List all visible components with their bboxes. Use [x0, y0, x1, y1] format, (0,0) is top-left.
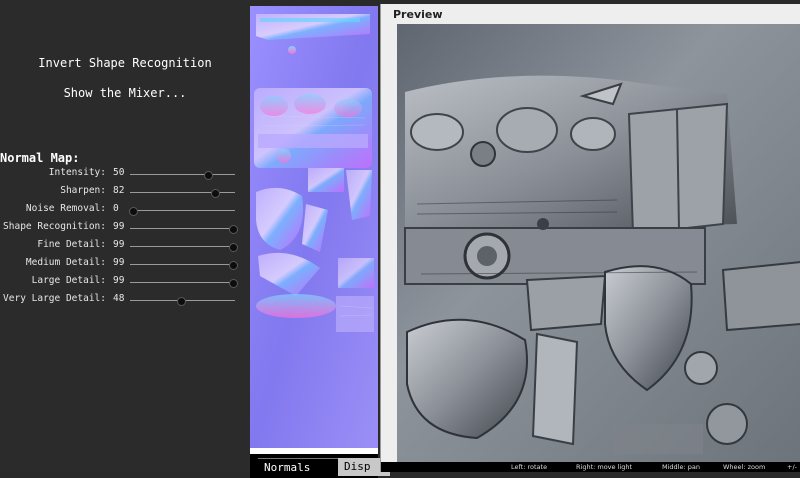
param-label: Very Large Detail:	[3, 293, 106, 304]
param-label: Fine Detail:	[37, 239, 106, 250]
slider-knob[interactable]	[228, 279, 238, 288]
slider-knob[interactable]	[228, 225, 238, 234]
param-label: Noise Removal:	[25, 203, 106, 214]
param-row: Very Large Detail: 48	[0, 293, 250, 307]
param-label: Shape Recognition:	[3, 221, 106, 232]
param-row: Sharpen: 82	[0, 185, 250, 199]
param-label: Intensity:	[48, 167, 106, 178]
slider-knob[interactable]	[228, 261, 238, 270]
slider-knob[interactable]	[228, 243, 238, 252]
param-slider[interactable]	[130, 171, 235, 180]
tab-normals[interactable]: Normals	[258, 458, 346, 477]
preview-render	[397, 24, 800, 462]
slider-knob[interactable]	[129, 207, 139, 216]
hint-right-move-light: Right: move light	[576, 463, 632, 471]
param-label: Medium Detail:	[25, 257, 106, 268]
param-value: 50	[113, 167, 125, 178]
param-slider[interactable]	[130, 189, 235, 198]
param-value: 99	[113, 257, 125, 268]
hint-plus-minus: +/-	[787, 463, 797, 471]
param-slider[interactable]	[130, 297, 235, 306]
normal-map-view: Normals Disp	[250, 6, 390, 478]
slider-knob[interactable]	[177, 297, 187, 306]
param-label: Sharpen:	[60, 185, 106, 196]
param-row: Fine Detail: 99	[0, 239, 250, 253]
preview-viewport[interactable]	[397, 24, 800, 462]
param-value: 99	[113, 221, 125, 232]
settings-panel: Invert Shape Recognition Show the Mixer.…	[0, 0, 250, 472]
normal-map-image	[250, 6, 378, 448]
param-row: Large Detail: 99	[0, 275, 250, 289]
param-slider[interactable]	[130, 225, 238, 234]
slider-knob[interactable]	[211, 189, 220, 198]
param-value: 99	[113, 239, 125, 250]
normal-map-section-title: Normal Map:	[0, 151, 80, 165]
param-row: Noise Removal: 0	[0, 203, 250, 217]
param-row: Intensity: 50	[0, 167, 250, 181]
param-row: Medium Detail: 99	[0, 257, 250, 271]
param-value: 82	[113, 185, 125, 196]
hint-left-rotate: Left: rotate	[511, 463, 548, 471]
param-slider[interactable]	[130, 261, 238, 270]
slider-knob[interactable]	[203, 171, 213, 180]
param-value: 48	[113, 293, 125, 304]
param-slider[interactable]	[130, 279, 238, 288]
param-value: 99	[113, 275, 125, 286]
invert-shape-recognition-button[interactable]: Invert Shape Recognition	[0, 56, 250, 70]
hint-wheel-zoom: Wheel: zoom	[723, 463, 766, 471]
preview-controls-hint: Left: rotate Right: move light Middle: p…	[381, 462, 800, 472]
preview-window: Preview Left: rotate Right: move light M…	[380, 4, 800, 472]
preview-title: Preview	[393, 8, 443, 21]
map-tab-bar: Normals Disp	[250, 454, 390, 478]
param-slider[interactable]	[129, 207, 235, 216]
param-slider[interactable]	[130, 243, 238, 252]
param-value: 0	[113, 203, 119, 214]
param-row: Shape Recognition: 99	[0, 221, 250, 235]
show-mixer-button[interactable]: Show the Mixer...	[0, 86, 250, 100]
hint-middle-pan: Middle: pan	[662, 463, 700, 471]
param-label: Large Detail:	[31, 275, 106, 286]
